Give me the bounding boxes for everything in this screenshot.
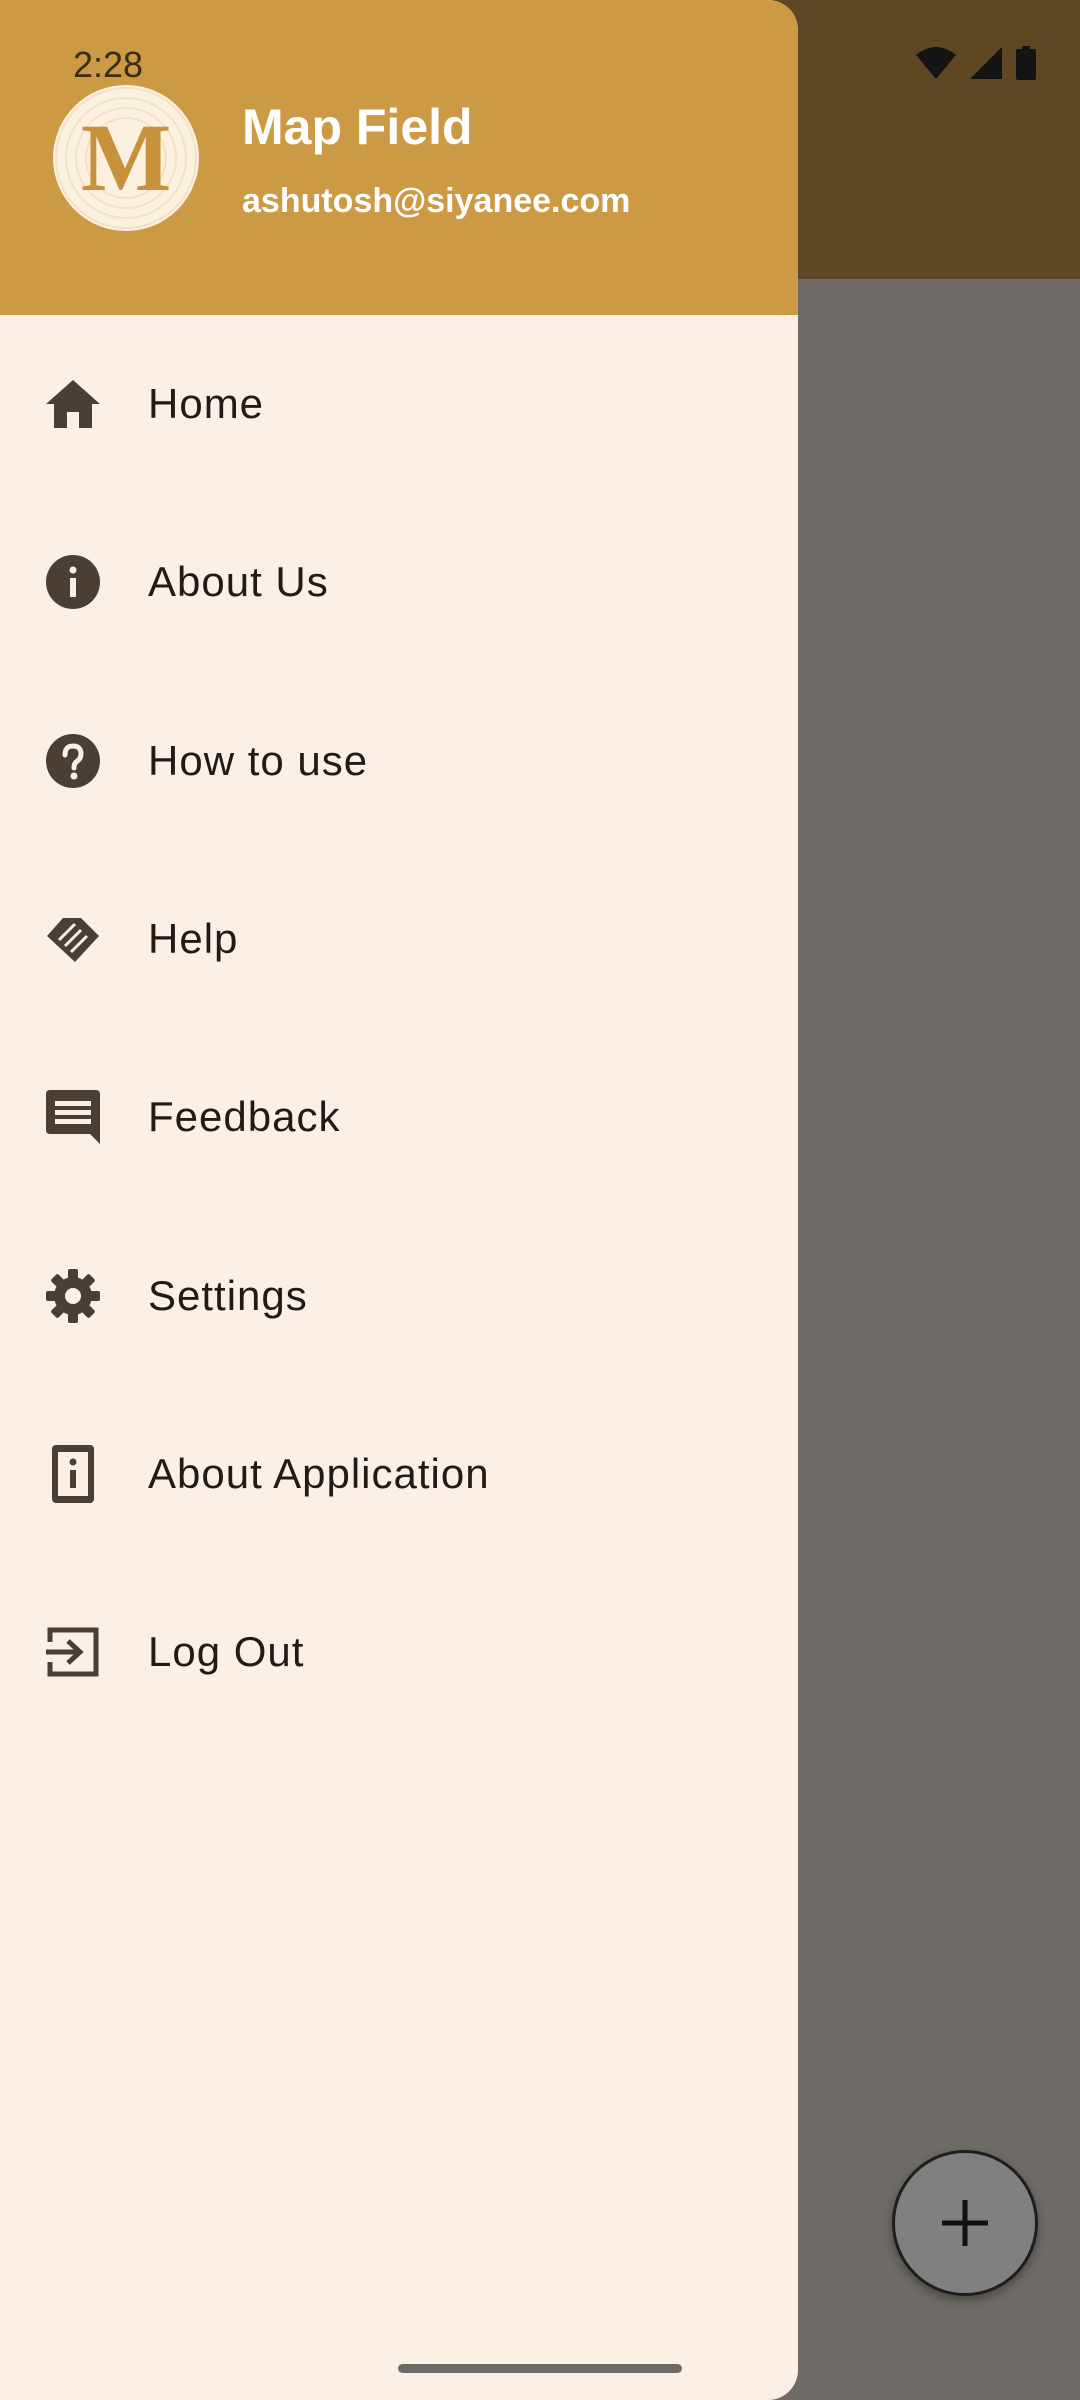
menu-item-label: Feedback	[148, 1093, 341, 1141]
app-name: Map Field	[242, 99, 473, 155]
menu-item-label: About Application	[148, 1449, 490, 1497]
plus-icon	[942, 2200, 988, 2246]
battery-icon	[1016, 46, 1036, 80]
navigation-drawer: 2:28 M Map Field ashutosh@siyanee.com Ho…	[0, 0, 798, 2400]
logout-icon	[44, 1623, 102, 1681]
menu-item-label: Log Out	[148, 1628, 305, 1676]
menu-item-label: Home	[148, 380, 265, 428]
status-icons	[916, 46, 1036, 80]
user-email: ashutosh@siyanee.com	[242, 182, 631, 220]
avatar-logo: M	[80, 104, 172, 211]
avatar[interactable]: M	[53, 85, 199, 231]
home-indicator[interactable]	[398, 2364, 682, 2373]
handshake-icon	[44, 910, 102, 968]
menu-item-settings[interactable]: Settings	[0, 1206, 798, 1384]
status-time: 2:28	[73, 44, 144, 85]
gear-icon	[44, 1267, 102, 1325]
signal-icon	[970, 47, 1002, 79]
menu-item-label: About Us	[148, 558, 329, 606]
help-circle-icon	[44, 732, 102, 790]
app-info-icon	[44, 1444, 102, 1503]
menu-item-feedback[interactable]: Feedback	[0, 1028, 798, 1206]
menu-item-home[interactable]: Home	[0, 315, 798, 493]
info-icon	[44, 553, 102, 611]
menu-item-help[interactable]: Help	[0, 850, 798, 1028]
menu-item-about-us[interactable]: About Us	[0, 493, 798, 671]
add-button[interactable]	[892, 2150, 1038, 2296]
feedback-icon	[44, 1088, 102, 1146]
home-icon	[44, 375, 102, 433]
menu-item-label: Settings	[148, 1271, 308, 1319]
menu-item-label: How to use	[148, 736, 369, 784]
drawer-header: 2:28 M Map Field ashutosh@siyanee.com	[0, 0, 798, 315]
menu-item-about-application[interactable]: About Application	[0, 1385, 798, 1563]
menu-item-how-to-use[interactable]: How to use	[0, 672, 798, 850]
drawer-menu: Home About Us How to use Help Feedback S…	[0, 315, 798, 1741]
wifi-icon	[916, 47, 956, 79]
menu-item-label: Help	[148, 915, 239, 963]
menu-item-log-out[interactable]: Log Out	[0, 1563, 798, 1741]
